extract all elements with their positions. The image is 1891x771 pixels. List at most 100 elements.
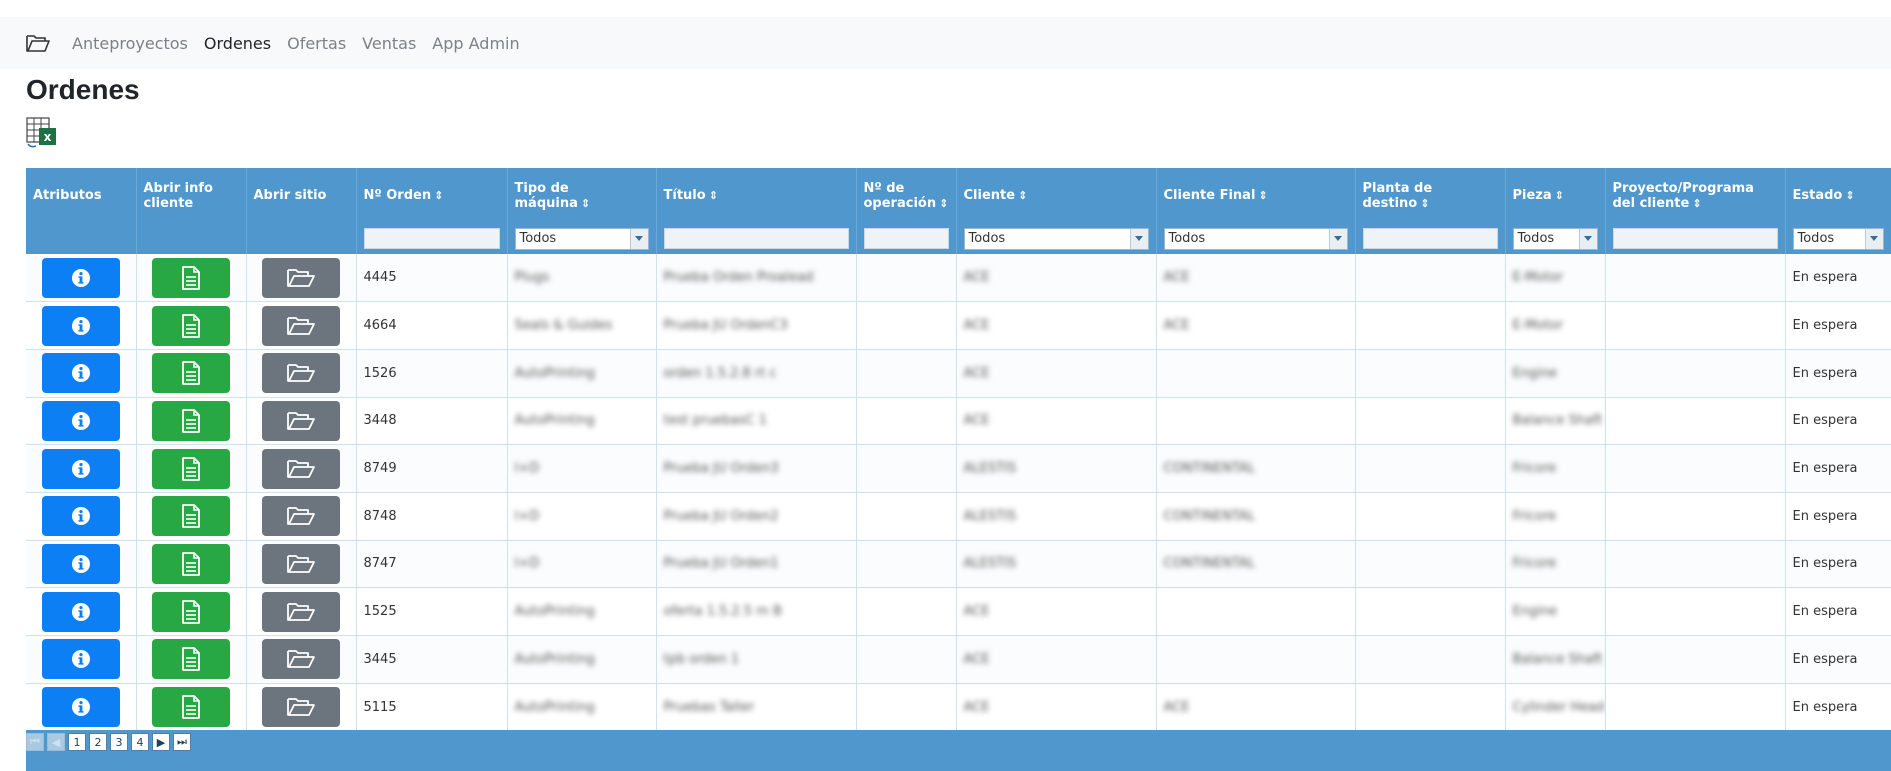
col-tipo-maquina[interactable]: Tipo de máquina ⇕: [507, 168, 657, 223]
sort-icon[interactable]: ⇕: [1555, 189, 1564, 202]
cell-atributos: [26, 587, 137, 636]
pieza-value: Engine: [1512, 604, 1558, 620]
info-button[interactable]: [41, 305, 120, 346]
cell-tipo: AutoPrinting: [507, 397, 657, 446]
info-button[interactable]: [41, 353, 120, 394]
col-num-operacion[interactable]: Nº de operación ⇕: [856, 168, 957, 223]
sort-icon[interactable]: ⇕: [1420, 197, 1429, 210]
folder-open-icon[interactable]: [26, 30, 52, 56]
info-button[interactable]: [41, 257, 120, 298]
cliente-final-value: ACE: [1163, 318, 1190, 334]
page-3-button[interactable]: 3: [110, 733, 128, 751]
col-estado[interactable]: Estado ⇕: [1785, 168, 1891, 223]
chevron-down-icon[interactable]: [1864, 228, 1883, 249]
sort-icon[interactable]: ⇕: [1692, 197, 1701, 210]
open-client-info-button[interactable]: [152, 353, 230, 394]
open-client-info-button[interactable]: [152, 305, 230, 346]
cell-abrir-info: [136, 254, 247, 303]
orden-value: 8748: [363, 508, 397, 524]
col-pieza[interactable]: Pieza ⇕: [1505, 168, 1606, 223]
nav-ordenes[interactable]: Ordenes: [204, 34, 271, 53]
nav-app-admin[interactable]: App Admin: [432, 34, 519, 53]
info-button[interactable]: [41, 543, 120, 584]
sort-icon[interactable]: ⇕: [939, 197, 948, 210]
chevron-down-icon[interactable]: [1328, 228, 1347, 249]
sort-icon[interactable]: ⇕: [434, 189, 443, 202]
cell-titulo: test pruebasC 1: [656, 397, 857, 446]
page-1-button[interactable]: 1: [68, 733, 86, 751]
col-titulo[interactable]: Título ⇕: [656, 168, 857, 223]
tipo-value: AutoPrinting: [514, 413, 595, 429]
open-client-info-button[interactable]: [152, 543, 230, 584]
open-site-button[interactable]: [262, 591, 340, 632]
nav-ventas[interactable]: Ventas: [362, 34, 416, 53]
col-proyecto-programa[interactable]: Proyecto/Programa del cliente ⇕: [1605, 168, 1786, 223]
next-page-button[interactable]: ▶: [152, 733, 170, 751]
page-2-button[interactable]: 2: [89, 733, 107, 751]
col-orden[interactable]: Nº Orden ⇕: [356, 168, 508, 223]
chevron-down-icon[interactable]: [1129, 228, 1148, 249]
cell-planta: [1355, 540, 1506, 589]
open-site-button[interactable]: [262, 639, 340, 680]
open-client-info-button[interactable]: [152, 591, 230, 632]
info-button[interactable]: [41, 591, 120, 632]
cell-cliente: ACE: [956, 301, 1157, 350]
first-page-button[interactable]: ⏮: [26, 733, 44, 751]
open-site-button[interactable]: [262, 496, 340, 537]
filter-tipo-select[interactable]: Todos: [514, 227, 649, 250]
sort-icon[interactable]: ⇕: [1018, 189, 1027, 202]
open-client-info-button[interactable]: [152, 639, 230, 680]
open-client-info-button[interactable]: [152, 496, 230, 537]
chevron-down-icon[interactable]: [1578, 228, 1597, 249]
info-circle-icon: [71, 506, 91, 526]
cliente-value: ACE: [963, 318, 990, 334]
open-site-button[interactable]: [262, 400, 340, 441]
open-site-button[interactable]: [262, 257, 340, 298]
open-client-info-button[interactable]: [152, 687, 230, 728]
sort-icon[interactable]: ⇕: [1845, 189, 1854, 202]
info-button[interactable]: [41, 687, 120, 728]
nav-anteproyectos[interactable]: Anteproyectos: [72, 34, 188, 53]
filter-row: Todos Todos Todos Todos Todos: [26, 223, 1891, 254]
page-4-button[interactable]: 4: [131, 733, 149, 751]
open-site-button[interactable]: [262, 687, 340, 728]
col-cliente-final[interactable]: Cliente Final ⇕: [1156, 168, 1356, 223]
filter-cliente-select[interactable]: Todos: [963, 227, 1149, 250]
pieza-value: Fricore: [1512, 461, 1557, 477]
folder-open-icon: [287, 316, 315, 336]
info-button[interactable]: [41, 639, 120, 680]
chevron-down-icon[interactable]: [629, 228, 648, 249]
col-planta-destino[interactable]: Planta de destino ⇕: [1355, 168, 1506, 223]
cell-cliente-final: CONTINENTAL: [1156, 540, 1356, 589]
info-button[interactable]: [41, 496, 120, 537]
col-cliente[interactable]: Cliente ⇕: [956, 168, 1157, 223]
cell-cliente: ACE: [956, 397, 1157, 446]
filter-orden-input[interactable]: [363, 228, 500, 249]
filter-titulo-input[interactable]: [663, 228, 849, 249]
last-page-button[interactable]: ⏭: [173, 733, 191, 751]
sort-icon[interactable]: ⇕: [709, 189, 718, 202]
excel-export-icon[interactable]: x: [26, 117, 58, 149]
open-client-info-button[interactable]: [152, 400, 230, 441]
open-client-info-button[interactable]: [152, 257, 230, 298]
filter-cliente-final-select[interactable]: Todos: [1163, 227, 1348, 250]
titulo-value: orden 1.5.2.8 rt c: [663, 365, 777, 381]
open-site-button[interactable]: [262, 353, 340, 394]
sort-icon[interactable]: ⇕: [581, 197, 590, 210]
prev-page-button[interactable]: ◀: [47, 733, 65, 751]
open-site-button[interactable]: [262, 305, 340, 346]
sort-icon[interactable]: ⇕: [1258, 189, 1267, 202]
titulo-value: Prueba JU OrdenC3: [663, 318, 788, 334]
filter-pieza-select[interactable]: Todos: [1512, 227, 1598, 250]
open-client-info-button[interactable]: [152, 448, 230, 489]
open-site-button[interactable]: [262, 448, 340, 489]
info-button[interactable]: [41, 400, 120, 441]
open-site-button[interactable]: [262, 543, 340, 584]
info-button[interactable]: [41, 448, 120, 489]
filter-operacion-input[interactable]: [863, 228, 949, 249]
cell-pieza: E-Motor: [1505, 254, 1606, 303]
filter-proyecto-input[interactable]: [1612, 228, 1778, 249]
nav-ofertas[interactable]: Ofertas: [287, 34, 346, 53]
filter-estado-select[interactable]: Todos: [1792, 227, 1884, 250]
filter-planta-input[interactable]: [1362, 228, 1498, 249]
